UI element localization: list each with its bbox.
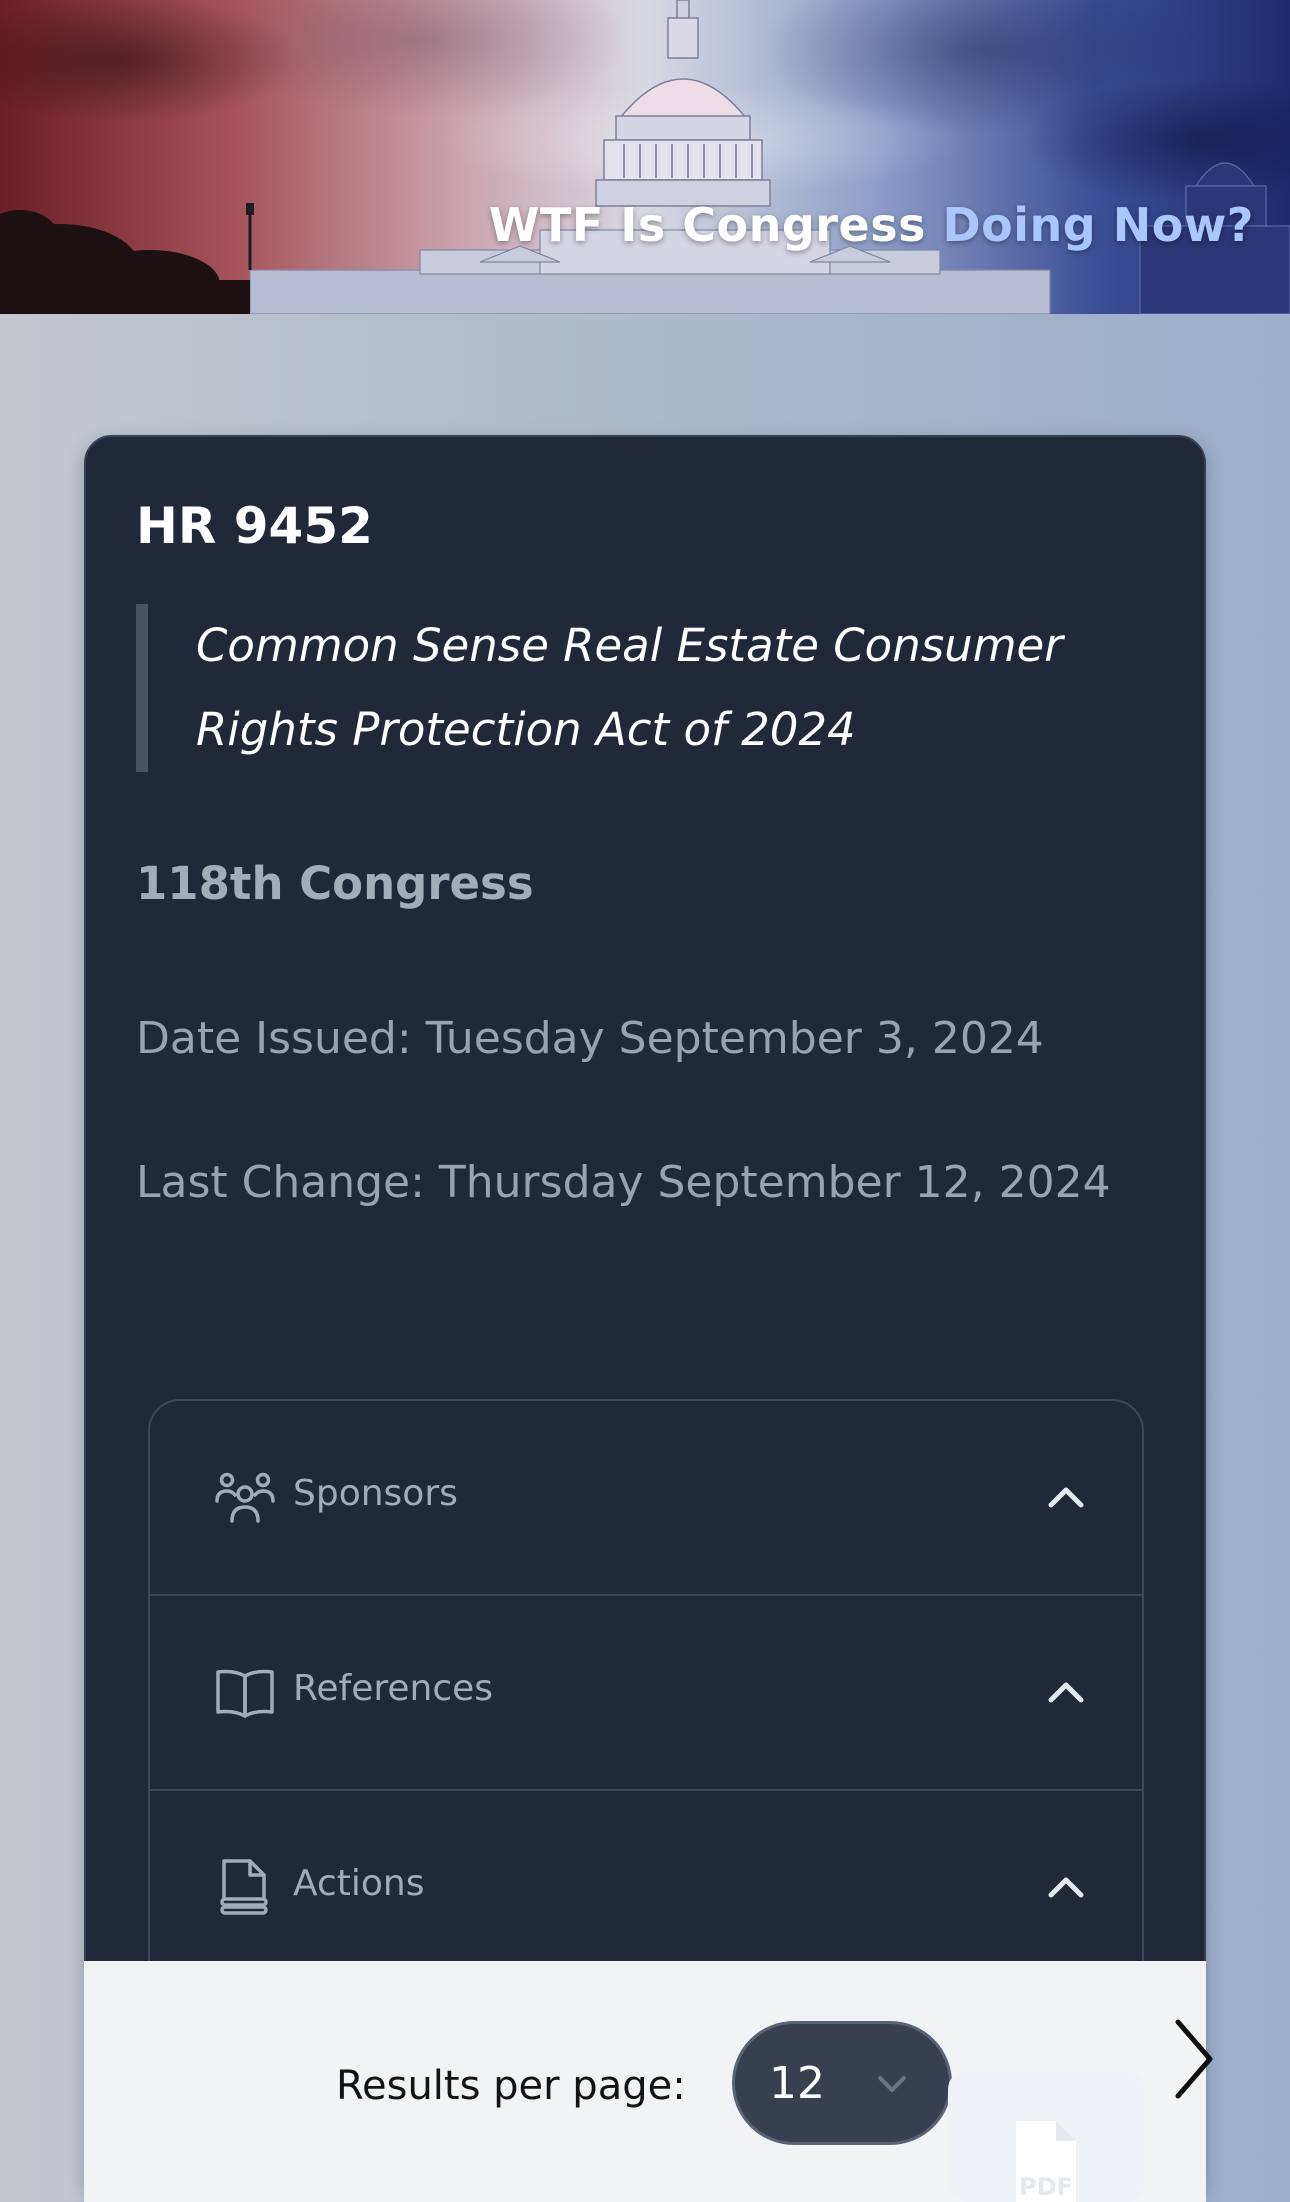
congress-label: 118th Congress: [136, 857, 534, 910]
pdf-label: PDF: [1019, 2173, 1073, 2201]
chevron-up-icon[interactable]: [1046, 1676, 1086, 1706]
site-title-main: WTF Is Congress: [488, 198, 926, 252]
bill-details-accordion: Sponsors References Actions: [148, 1399, 1144, 1999]
bill-card: HR 9452 Common Sense Real Estate Consume…: [84, 435, 1206, 2202]
accordion-item-sponsors[interactable]: Sponsors: [150, 1401, 1142, 1596]
accordion-label-actions: Actions: [293, 1863, 425, 1904]
accordion-label-sponsors: Sponsors: [293, 1473, 458, 1514]
bill-number[interactable]: HR 9452: [136, 497, 373, 555]
book-open-icon: [214, 1662, 276, 1724]
pdf-icon: PDF: [1016, 2121, 1076, 2202]
hero-banner: WTF Is Congress Doing Now?: [0, 0, 1290, 314]
site-title-accent: Doing Now?: [942, 198, 1254, 252]
users-icon: [214, 1467, 276, 1529]
results-per-page-label: Results per page:: [336, 2063, 686, 2109]
accordion-label-references: References: [293, 1668, 494, 1709]
chevron-down-icon: [875, 2072, 909, 2096]
chevron-up-icon[interactable]: [1046, 1871, 1086, 1901]
bill-title: Common Sense Real Estate Consumer Rights…: [196, 619, 1063, 756]
capitol-illustration: [0, 0, 1290, 314]
chevron-up-icon[interactable]: [1046, 1481, 1086, 1511]
accordion-item-actions[interactable]: Actions: [150, 1791, 1142, 1986]
pagination-bar: Results per page: 12 PDF: [84, 1961, 1206, 2202]
bill-title-quote: Common Sense Real Estate Consumer Rights…: [136, 604, 1166, 772]
per-page-value: 12: [769, 2058, 825, 2109]
date-issued: Date Issued: Tuesday September 3, 2024: [136, 1013, 1044, 1064]
site-title[interactable]: WTF Is Congress Doing Now?: [489, 198, 1254, 252]
document-stack-icon: [214, 1857, 276, 1919]
accordion-item-references[interactable]: References: [150, 1596, 1142, 1791]
results-per-page-select[interactable]: 12: [732, 2021, 952, 2145]
chevron-right-icon[interactable]: [1168, 2014, 1220, 2104]
pdf-button[interactable]: PDF: [948, 2071, 1144, 2202]
last-change: Last Change: Thursday September 12, 2024: [136, 1157, 1111, 1208]
